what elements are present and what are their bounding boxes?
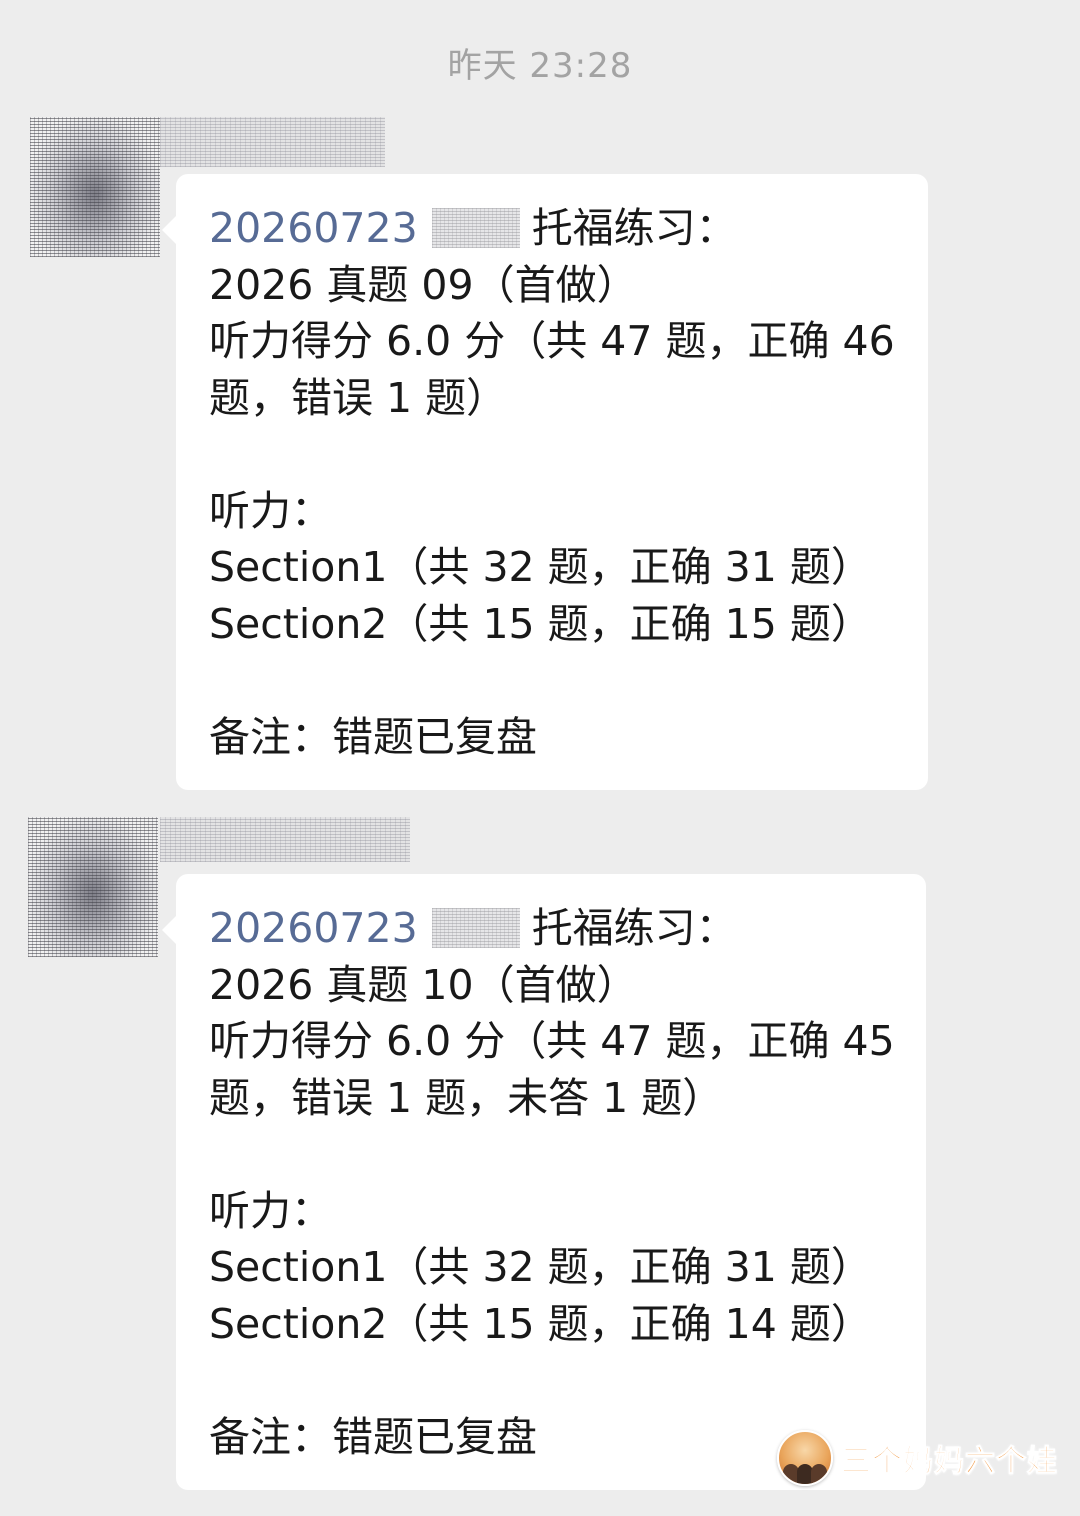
watermark-text: 三个妈妈六个娃: [841, 1444, 1058, 1480]
bubble-tail: [162, 916, 176, 944]
message-line: 听力得分 6.0 分（共 47 题，正确 46: [209, 317, 895, 365]
message-line: Section1（共 32 题，正确 31 题）: [209, 543, 872, 591]
message-line: 2026 真题 09（首做）: [209, 260, 638, 309]
title-suffix: 托福练习：: [531, 204, 737, 252]
title-suffix: 托福练习：: [531, 904, 737, 952]
message-line: Section1（共 32 题，正确 31 题）: [209, 1243, 872, 1291]
date-link[interactable]: 20260723: [209, 904, 418, 952]
date-link[interactable]: 20260723: [209, 204, 418, 252]
three-moms-logo-icon: [777, 1430, 833, 1486]
watermark: 三个妈妈六个娃: [777, 1428, 1058, 1488]
avatar[interactable]: [28, 817, 158, 957]
avatar[interactable]: [30, 117, 160, 257]
redacted-name: [431, 208, 520, 248]
message-line: 题，错误 1 题，未答 1 题）: [209, 1073, 724, 1122]
message-bubble[interactable]: 20260723 托福练习： 2026 真题 10（首做） 听力得分 6.0 分（…: [162, 874, 926, 1490]
chat-timestamp: 昨天 23:28: [447, 46, 633, 86]
message-title-line: 20260723 托福练习：: [209, 900, 896, 957]
redacted-name: [431, 908, 520, 948]
message-line: Section2（共 15 题，正确 14 题）: [209, 1299, 872, 1348]
sender-name-redacted: [160, 817, 410, 862]
message-line: 听力：: [209, 486, 332, 535]
message-line: 备注：错题已复盘: [209, 712, 537, 761]
message-line: 听力得分 6.0 分（共 47 题，正确 45: [209, 1017, 895, 1065]
message-line: 题，错误 1 题）: [209, 373, 508, 422]
sender-name-redacted: [160, 117, 385, 167]
message-bubble[interactable]: 20260723 托福练习： 2026 真题 09（首做） 听力得分 6.0 分（…: [162, 174, 928, 790]
bubble-tail: [162, 216, 176, 244]
message-line: 2026 真题 10（首做）: [209, 960, 638, 1009]
message-line: 听力：: [209, 1186, 332, 1235]
message-line: Section2（共 15 题，正确 15 题）: [209, 599, 872, 648]
message-title-line: 20260723 托福练习：: [209, 200, 898, 257]
